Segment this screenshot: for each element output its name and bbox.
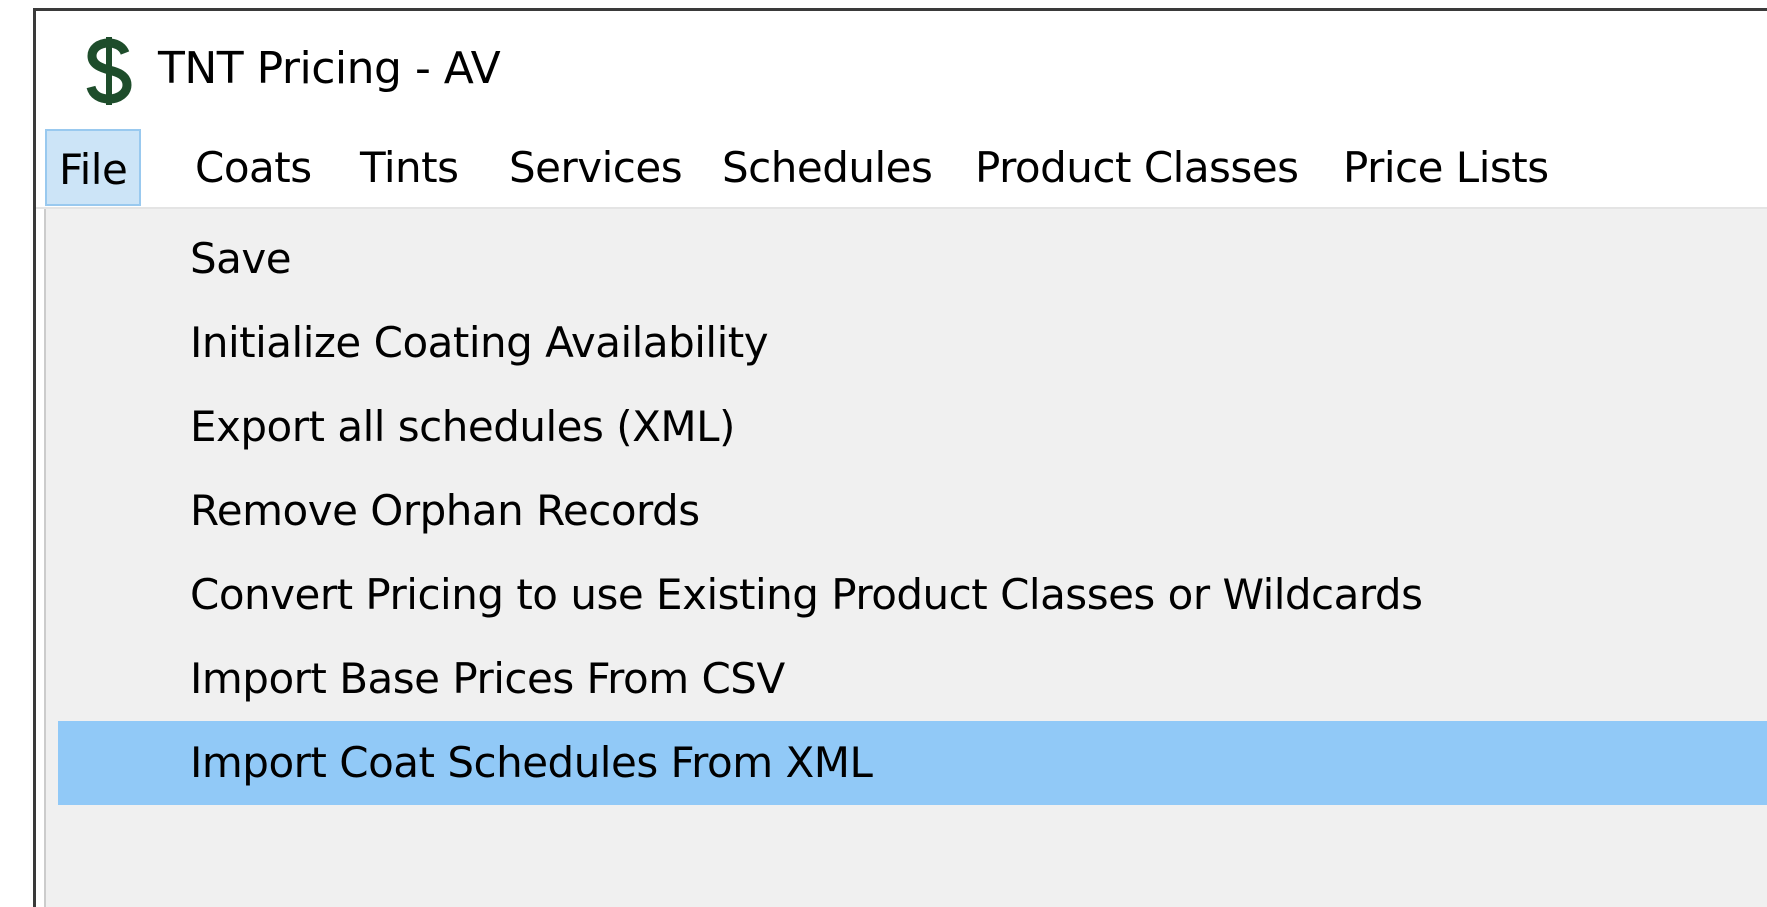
menu-item-import-base-prices[interactable]: Import Base Prices From CSV	[58, 637, 1767, 721]
menu-item-import-coat-schedules[interactable]: Import Coat Schedules From XML	[58, 721, 1767, 805]
menu-tints[interactable]: Tints	[348, 129, 471, 206]
menu-price-lists[interactable]: Price Lists	[1331, 129, 1561, 206]
menu-file[interactable]: File	[45, 129, 142, 206]
menu-item-convert-pricing[interactable]: Convert Pricing to use Existing Product …	[58, 553, 1767, 637]
file-menu-dropdown: Save Initialize Coating Availability Exp…	[44, 209, 1767, 907]
dollar-sign-icon	[84, 31, 134, 111]
menu-coats[interactable]: Coats	[183, 129, 324, 206]
menu-item-initialize-coating-availability[interactable]: Initialize Coating Availability	[58, 301, 1767, 385]
menu-item-remove-orphan-records[interactable]: Remove Orphan Records	[58, 469, 1767, 553]
menu-services[interactable]: Services	[497, 129, 694, 206]
title-bar[interactable]: TNT Pricing - AV	[36, 11, 1767, 129]
menu-schedules[interactable]: Schedules	[710, 129, 944, 206]
menu-item-save[interactable]: Save	[58, 217, 1767, 301]
window-title: TNT Pricing - AV	[158, 43, 501, 94]
menu-product-classes[interactable]: Product Classes	[963, 129, 1311, 206]
app-window: TNT Pricing - AV File Coats Tints Servic…	[33, 8, 1767, 907]
menu-item-export-all-schedules[interactable]: Export all schedules (XML)	[58, 385, 1767, 469]
menu-bar: File Coats Tints Services Schedules Prod…	[36, 129, 1767, 209]
